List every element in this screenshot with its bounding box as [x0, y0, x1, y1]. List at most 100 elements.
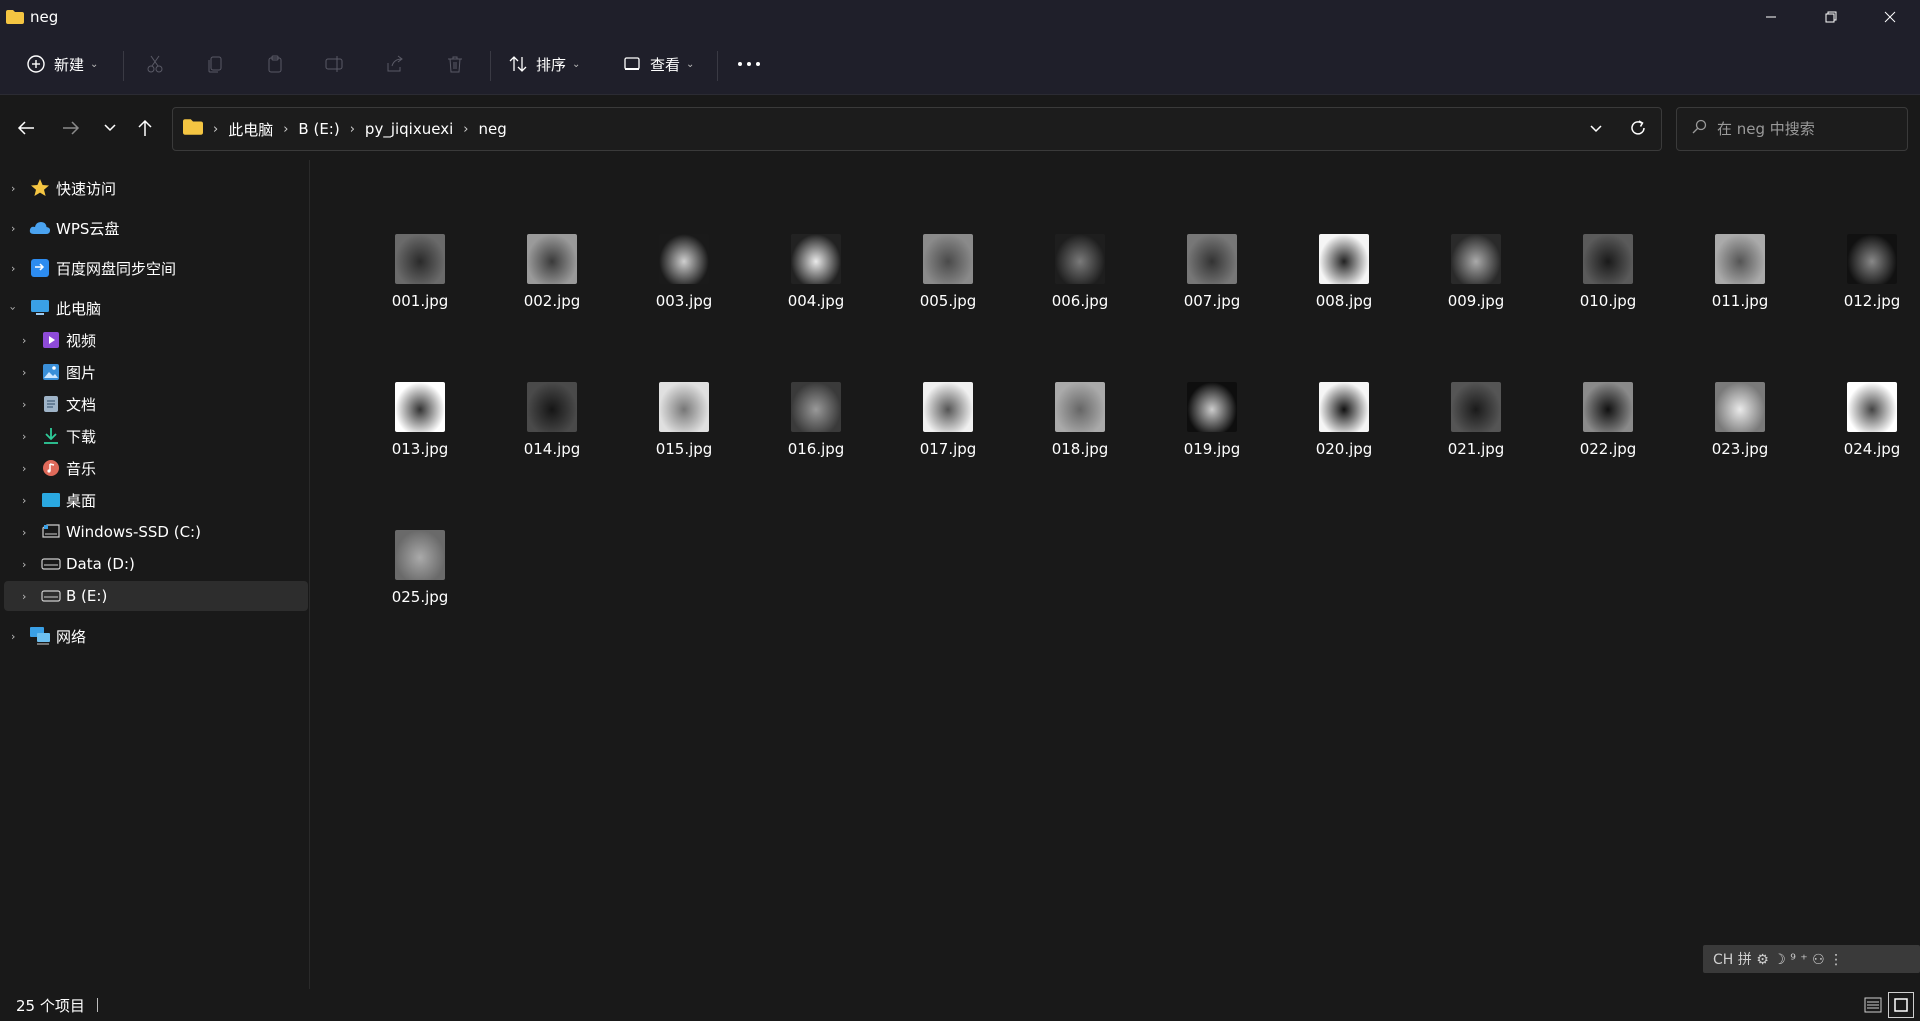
navigation-pane: › 快速访问 › WPS云盘 › 百度网盘同步空间 › 此电脑 › 视频 › 图… [0, 160, 310, 989]
chevron-right-icon[interactable]: › [22, 334, 26, 347]
file-item[interactable]: 013.jpg [370, 382, 470, 502]
chevron-right-icon[interactable]: › [22, 398, 26, 411]
sidebar-item-quick-access[interactable]: › 快速访问 [4, 173, 308, 203]
file-item[interactable]: 012.jpg [1822, 234, 1920, 354]
sidebar-item-this-pc[interactable]: › 此电脑 [4, 293, 308, 323]
back-button[interactable] [10, 110, 42, 146]
file-thumbnail [527, 234, 577, 284]
sidebar-item-drive-e[interactable]: › B (E:) [4, 581, 308, 611]
breadcrumb-py-jiqixuexi[interactable]: py_jiqixuexi [365, 120, 453, 138]
file-item[interactable]: 019.jpg [1162, 382, 1262, 502]
chevron-right-icon[interactable]: › [11, 182, 15, 195]
restore-button[interactable] [1801, 0, 1861, 33]
file-item[interactable]: 006.jpg [1030, 234, 1130, 354]
forward-button[interactable] [55, 110, 87, 146]
file-item[interactable]: 016.jpg [766, 382, 866, 502]
search-box[interactable] [1676, 107, 1908, 151]
chevron-right-icon[interactable]: › [463, 122, 468, 137]
chevron-right-icon[interactable]: › [11, 222, 15, 235]
file-item[interactable]: 001.jpg [370, 234, 470, 354]
sidebar-item-wps-cloud[interactable]: › WPS云盘 [4, 213, 308, 243]
file-item[interactable]: 014.jpg [502, 382, 602, 502]
file-item[interactable]: 020.jpg [1294, 382, 1394, 502]
file-item[interactable]: 002.jpg [502, 234, 602, 354]
ime-toolbar[interactable]: CH 拼 ⚙ ☽ ⁹ ⁺ ⚇ ⋮ [1703, 945, 1920, 973]
close-button[interactable] [1860, 0, 1920, 33]
sidebar-item-videos[interactable]: › 视频 [4, 325, 308, 355]
minimize-button[interactable] [1741, 0, 1801, 33]
file-item[interactable]: 015.jpg [634, 382, 734, 502]
sidebar-item-desktop[interactable]: › 桌面 [4, 485, 308, 515]
share-button[interactable] [382, 51, 408, 77]
file-item[interactable]: 003.jpg [634, 234, 734, 354]
view-button[interactable]: 查看 ⌄ [622, 47, 694, 81]
cut-button[interactable] [142, 51, 168, 77]
chevron-right-icon[interactable]: › [22, 462, 26, 475]
view-label: 查看 [650, 55, 681, 74]
file-thumbnail [1847, 234, 1897, 284]
file-item[interactable]: 005.jpg [898, 234, 998, 354]
sidebar-item-music[interactable]: › 音乐 [4, 453, 308, 483]
address-bar[interactable]: › 此电脑 › B (E:) › py_jiqixuexi › neg [172, 107, 1662, 151]
chevron-right-icon[interactable]: › [22, 494, 26, 507]
chevron-right-icon[interactable]: › [11, 630, 15, 643]
sidebar-item-downloads[interactable]: › 下载 [4, 421, 308, 451]
new-button[interactable]: 新建 ⌄ [26, 47, 98, 81]
sidebar-item-documents[interactable]: › 文档 [4, 389, 308, 419]
file-item[interactable]: 021.jpg [1426, 382, 1526, 502]
file-item[interactable]: 025.jpg [370, 530, 470, 650]
file-item[interactable]: 010.jpg [1558, 234, 1658, 354]
file-item[interactable]: 023.jpg [1690, 382, 1790, 502]
file-item[interactable]: 022.jpg [1558, 382, 1658, 502]
sidebar-item-pictures[interactable]: › 图片 [4, 357, 308, 387]
trash-icon [448, 56, 462, 73]
status-bar: 25 个项目 [0, 989, 1920, 1021]
file-item[interactable]: 011.jpg [1690, 234, 1790, 354]
sidebar-item-baidu-sync[interactable]: › 百度网盘同步空间 [4, 253, 308, 283]
paste-button[interactable] [262, 51, 288, 77]
sidebar-item-drive-d[interactable]: › Data (D:) [4, 549, 308, 579]
sort-button[interactable]: 排序 ⌄ [508, 47, 580, 81]
file-item[interactable]: 007.jpg [1162, 234, 1262, 354]
file-item[interactable]: 017.jpg [898, 382, 998, 502]
file-name: 009.jpg [1447, 292, 1505, 310]
file-thumbnail [1055, 234, 1105, 284]
search-input[interactable] [1717, 120, 1887, 138]
file-thumbnail [395, 234, 445, 284]
chevron-right-icon[interactable]: › [22, 526, 26, 539]
large-icons-view-button[interactable] [1888, 992, 1914, 1018]
sidebar-item-label: B (E:) [66, 587, 108, 605]
chevron-right-icon[interactable]: › [22, 366, 26, 379]
chevron-right-icon[interactable]: › [350, 122, 355, 137]
file-item[interactable]: 009.jpg [1426, 234, 1526, 354]
more-options-button[interactable] [736, 51, 762, 77]
copy-button[interactable] [202, 51, 228, 77]
delete-button[interactable] [442, 51, 468, 77]
file-thumbnail [1715, 234, 1765, 284]
file-item[interactable]: 008.jpg [1294, 234, 1394, 354]
chevron-right-icon[interactable]: › [11, 262, 15, 275]
address-history-dropdown[interactable] [1589, 122, 1603, 138]
sidebar-item-network[interactable]: › 网络 [4, 621, 308, 651]
rename-button[interactable] [322, 51, 348, 77]
up-button[interactable] [129, 110, 161, 146]
file-item[interactable]: 024.jpg [1822, 382, 1920, 502]
file-item[interactable]: 004.jpg [766, 234, 866, 354]
breadcrumb-neg[interactable]: neg [478, 120, 506, 138]
refresh-button[interactable] [1629, 119, 1647, 141]
breadcrumb-drive-e[interactable]: B (E:) [298, 120, 339, 138]
chevron-right-icon[interactable]: › [22, 430, 26, 443]
chevron-down-icon [104, 124, 116, 132]
chevron-down-icon[interactable]: › [7, 306, 20, 310]
details-view-button[interactable] [1860, 992, 1886, 1018]
file-item[interactable]: 018.jpg [1030, 382, 1130, 502]
title-bar[interactable]: neg [0, 0, 1920, 33]
plus-circle-icon [27, 55, 45, 73]
file-name: 004.jpg [787, 292, 845, 310]
chevron-right-icon[interactable]: › [283, 122, 288, 137]
chevron-right-icon[interactable]: › [22, 558, 26, 571]
chevron-right-icon[interactable]: › [22, 590, 26, 603]
recent-locations-button[interactable] [94, 110, 126, 146]
sidebar-item-drive-c[interactable]: › Windows-SSD (C:) [4, 517, 308, 547]
breadcrumb-this-pc[interactable]: 此电脑 [228, 119, 273, 140]
